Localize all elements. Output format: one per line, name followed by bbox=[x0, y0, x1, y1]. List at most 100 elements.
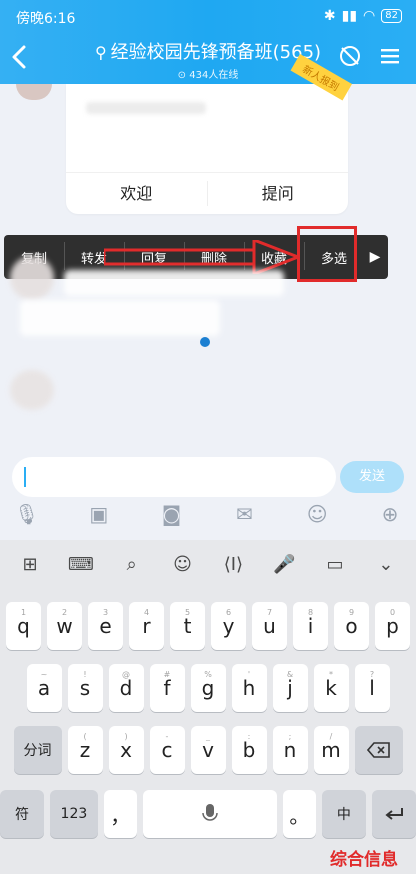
input-toolbar: 🎙 ▣ ◙ ✉ ☺ ⊕ bbox=[0, 502, 416, 538]
number-key[interactable]: 123 bbox=[50, 790, 98, 838]
key-t[interactable]: 5t bbox=[170, 602, 205, 650]
key-row-4: 符 123 ， 。 中 bbox=[0, 790, 416, 838]
battery-level: 82 bbox=[385, 10, 398, 21]
key-secondary-label: ) bbox=[124, 732, 128, 741]
key-k[interactable]: * k bbox=[313, 664, 349, 712]
key-secondary-label: ' bbox=[247, 670, 251, 679]
watermark: 综合信息 bbox=[330, 850, 398, 870]
back-button[interactable] bbox=[10, 43, 28, 76]
red-packet-icon[interactable]: ✉ bbox=[232, 502, 256, 526]
send-button[interactable]: 发送 bbox=[340, 461, 404, 493]
enter-key[interactable] bbox=[371, 790, 416, 838]
key-secondary-label: @ bbox=[122, 670, 130, 679]
key-g[interactable]: % g bbox=[190, 664, 226, 712]
key-secondary-label: 6 bbox=[225, 608, 232, 617]
key-i[interactable]: 8i bbox=[293, 602, 328, 650]
text-caret bbox=[24, 467, 26, 487]
blurred-message bbox=[64, 270, 284, 296]
welcome-button[interactable]: 欢迎 bbox=[66, 173, 207, 214]
key-r[interactable]: 4r bbox=[129, 602, 164, 650]
grid-icon[interactable]: ⊞ bbox=[14, 554, 46, 575]
key-secondary-label: _ bbox=[206, 732, 210, 741]
key-z[interactable]: (z bbox=[67, 726, 103, 774]
key-label: o bbox=[345, 614, 358, 638]
key-v[interactable]: _ v bbox=[190, 726, 226, 774]
key-secondary-label: ? bbox=[369, 670, 375, 679]
key-label: j bbox=[287, 676, 293, 700]
ask-button[interactable]: 提问 bbox=[208, 173, 349, 214]
key-n[interactable]: ; n bbox=[272, 726, 308, 774]
key-secondary-label: 4 bbox=[143, 608, 150, 617]
key-label: n bbox=[283, 738, 297, 762]
voice-icon[interactable]: 🎤 bbox=[268, 554, 300, 575]
message-input[interactable] bbox=[12, 457, 336, 497]
group-icon: ⚲ bbox=[94, 43, 107, 62]
key-y[interactable]: 6y bbox=[211, 602, 246, 650]
key-u[interactable]: 7u bbox=[252, 602, 287, 650]
blurred-message bbox=[20, 300, 220, 336]
emoji-icon[interactable]: ☺ bbox=[167, 554, 199, 575]
key-a[interactable]: ~ a bbox=[26, 664, 62, 712]
menu-icon[interactable] bbox=[378, 44, 402, 68]
collapse-chevron-icon[interactable]: ⌄ bbox=[370, 554, 402, 575]
welcome-card: 新人报到 欢迎 提问 bbox=[66, 54, 352, 214]
key-j[interactable]: & j bbox=[272, 664, 308, 712]
key-x[interactable]: ) x bbox=[108, 726, 144, 774]
bluetooth-icon: ✱ bbox=[323, 8, 336, 24]
keyboard-icon[interactable]: ⌨ bbox=[65, 554, 97, 575]
avatar[interactable] bbox=[10, 256, 54, 300]
keyboard-skin-icon[interactable]: ▭ bbox=[319, 554, 351, 575]
backspace-icon bbox=[366, 742, 390, 758]
backspace-key[interactable] bbox=[354, 726, 403, 774]
key-label: m bbox=[321, 738, 341, 762]
key-label: r bbox=[142, 614, 151, 638]
image-icon[interactable]: ▣ bbox=[87, 502, 111, 526]
key-secondary-label: % bbox=[204, 670, 212, 679]
space-key[interactable] bbox=[142, 790, 277, 838]
signal-icon: ▮▮ bbox=[341, 8, 358, 24]
key-f[interactable]: # f bbox=[149, 664, 185, 712]
key-label: y bbox=[222, 614, 235, 638]
key-c[interactable]: -c bbox=[149, 726, 185, 774]
key-s[interactable]: ! s bbox=[67, 664, 103, 712]
key-e[interactable]: 3e bbox=[88, 602, 123, 650]
menu-more-arrow-icon[interactable]: ▶ bbox=[362, 235, 388, 279]
period-key[interactable]: 。 bbox=[282, 790, 316, 838]
key-b[interactable]: :b bbox=[231, 726, 267, 774]
key-label: w bbox=[56, 614, 73, 638]
battery-icon: 82 bbox=[381, 9, 402, 23]
microphone-icon[interactable]: 🎙 bbox=[14, 502, 39, 526]
key-d[interactable]: @ d bbox=[108, 664, 144, 712]
keyboard: ⊞ ⌨ ⌕ ☺ ⟨I⟩ 🎤 ▭ ⌄ 1q2w3e4r5t6y7u8i9o0p ~… bbox=[0, 540, 416, 874]
key-w[interactable]: 2w bbox=[47, 602, 82, 650]
key-secondary-label: : bbox=[247, 732, 251, 741]
fenci-key[interactable]: 分词 bbox=[13, 726, 62, 774]
key-secondary-label: 2 bbox=[61, 608, 68, 617]
symbol-key[interactable]: 符 bbox=[0, 790, 45, 838]
language-key[interactable]: 中 bbox=[321, 790, 366, 838]
camera-icon[interactable]: ◙ bbox=[160, 502, 184, 526]
key-label: l bbox=[369, 676, 375, 700]
key-secondary-label: ( bbox=[83, 732, 87, 741]
key-p[interactable]: 0p bbox=[375, 602, 410, 650]
cursor-icon[interactable]: ⟨I⟩ bbox=[217, 554, 249, 575]
key-label: s bbox=[79, 676, 91, 700]
key-m[interactable]: / m bbox=[313, 726, 349, 774]
emoji-icon[interactable]: ☺ bbox=[305, 502, 329, 526]
comma-key[interactable]: ， bbox=[103, 790, 137, 838]
key-row-1: 1q2w3e4r5t6y7u8i9o0p bbox=[0, 602, 416, 650]
key-label: h bbox=[242, 676, 256, 700]
avatar[interactable] bbox=[16, 84, 52, 100]
key-h[interactable]: ' h bbox=[231, 664, 267, 712]
key-label: z bbox=[79, 738, 91, 762]
key-q[interactable]: 1q bbox=[6, 602, 41, 650]
search-icon[interactable]: ⌕ bbox=[116, 554, 148, 575]
plus-icon[interactable]: ⊕ bbox=[378, 502, 402, 526]
key-l[interactable]: ? l bbox=[354, 664, 390, 712]
key-o[interactable]: 9o bbox=[334, 602, 369, 650]
key-secondary-label: ; bbox=[288, 732, 292, 741]
avatar[interactable] bbox=[10, 370, 54, 410]
key-label: f bbox=[163, 676, 171, 700]
group-name: 经验校园先锋预备班(565) bbox=[110, 42, 322, 63]
no-disturb-icon[interactable] bbox=[338, 44, 362, 68]
